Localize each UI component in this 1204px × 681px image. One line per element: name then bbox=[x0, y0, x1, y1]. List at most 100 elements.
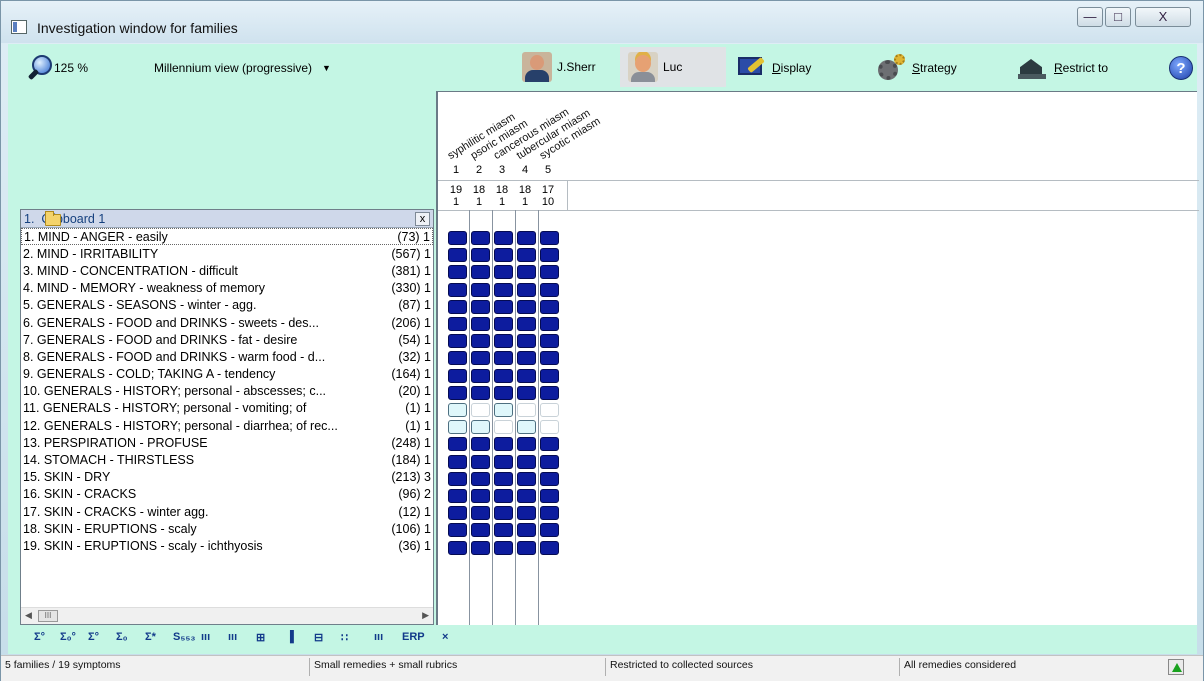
grid-cell[interactable] bbox=[471, 471, 490, 486]
grid-cell[interactable] bbox=[517, 334, 536, 349]
grid-cell[interactable] bbox=[448, 489, 467, 503]
grid-cell[interactable] bbox=[494, 454, 513, 469]
grid-cell[interactable] bbox=[540, 317, 559, 331]
grid-cell[interactable] bbox=[494, 437, 513, 452]
grid-cell[interactable] bbox=[517, 368, 536, 383]
grid-cell[interactable] bbox=[471, 454, 490, 469]
grid-cell[interactable] bbox=[494, 489, 513, 503]
analysis-tool-icon[interactable]: Σ* bbox=[145, 631, 156, 643]
grid-cell[interactable] bbox=[448, 282, 467, 297]
grid-cell[interactable] bbox=[517, 282, 536, 297]
grid-cell[interactable] bbox=[471, 265, 490, 280]
rubric-row[interactable]: 6. GENERALS - FOOD and DRINKS - sweets -… bbox=[21, 314, 433, 331]
horizontal-scrollbar[interactable]: ◀ III ▶ bbox=[21, 607, 433, 624]
grid-cell[interactable] bbox=[540, 282, 559, 297]
grid-cell[interactable] bbox=[517, 489, 536, 503]
grid-cell[interactable] bbox=[517, 523, 536, 538]
help-icon[interactable]: ? bbox=[1169, 56, 1193, 80]
grid-cell[interactable] bbox=[448, 351, 467, 366]
grid-cell[interactable] bbox=[517, 299, 536, 314]
grid-cell[interactable] bbox=[471, 282, 490, 297]
grid-cell[interactable] bbox=[448, 385, 467, 400]
rubric-row[interactable]: 19. SKIN - ERUPTIONS - scaly - ichthyosi… bbox=[21, 537, 433, 554]
user-button-luc[interactable]: Luc bbox=[620, 47, 726, 87]
view-mode-dropdown[interactable]: Millennium view (progressive) ▼ bbox=[154, 54, 331, 82]
grid-cell[interactable] bbox=[448, 334, 467, 349]
grid-cell[interactable] bbox=[448, 437, 467, 452]
grid-cell[interactable] bbox=[471, 385, 490, 400]
grid-cell[interactable] bbox=[494, 506, 513, 521]
analysis-tool-icon[interactable]: ∷ bbox=[341, 631, 348, 644]
rubric-row[interactable]: 9. GENERALS - COLD; TAKING A - tendency (… bbox=[21, 366, 433, 383]
grid-cell[interactable] bbox=[540, 420, 559, 435]
clipboard-header[interactable]: 1. Clipboard 1 x bbox=[21, 210, 433, 228]
analysis-tool-icon[interactable]: Σ₀ bbox=[116, 631, 128, 643]
zoom-control[interactable]: 125 % bbox=[26, 54, 88, 82]
scroll-left-icon[interactable]: ◀ bbox=[25, 610, 32, 621]
rubric-row[interactable]: 1. MIND - ANGER - easily (73) 1 bbox=[21, 228, 433, 246]
rubric-row[interactable]: 18. SKIN - ERUPTIONS - scaly (106) 1 bbox=[21, 520, 433, 537]
grid-cell[interactable] bbox=[517, 471, 536, 486]
analysis-tool-icon[interactable]: ▐ bbox=[286, 631, 294, 643]
grid-cell[interactable] bbox=[540, 540, 559, 555]
analysis-tool-icon[interactable]: ERP bbox=[402, 631, 425, 643]
grid-cell[interactable] bbox=[517, 385, 536, 400]
analysis-tool-icon[interactable]: ⊞ bbox=[256, 631, 265, 644]
analysis-tool-icon[interactable]: ııı bbox=[228, 631, 237, 643]
grid-cell[interactable] bbox=[494, 282, 513, 297]
rubric-row[interactable]: 12. GENERALS - HISTORY; personal - diarr… bbox=[21, 417, 433, 434]
rubric-row[interactable]: 8. GENERALS - FOOD and DRINKS - warm foo… bbox=[21, 348, 433, 365]
grid-cell[interactable] bbox=[494, 334, 513, 349]
grid-cell[interactable] bbox=[540, 248, 559, 263]
grid-cell[interactable] bbox=[517, 437, 536, 452]
display-button[interactable]: Display bbox=[736, 54, 811, 82]
analysis-tool-icon[interactable]: ⊟ bbox=[314, 631, 323, 644]
grid-cell[interactable] bbox=[517, 317, 536, 331]
clipboard-close-button[interactable]: x bbox=[415, 211, 430, 226]
grid-cell[interactable] bbox=[540, 471, 559, 486]
grid-cell[interactable] bbox=[517, 248, 536, 263]
grid-cell[interactable] bbox=[448, 540, 467, 555]
grid-cell[interactable] bbox=[471, 540, 490, 555]
grid-cell[interactable] bbox=[494, 231, 513, 245]
rubric-row[interactable]: 14. STOMACH - THIRSTLESS (184) 1 bbox=[21, 451, 433, 468]
close-button[interactable]: X bbox=[1135, 7, 1191, 27]
rubric-row[interactable]: 2. MIND - IRRITABILITY (567) 1 bbox=[21, 245, 433, 262]
grid-cell[interactable] bbox=[448, 523, 467, 538]
grid-cell[interactable] bbox=[494, 317, 513, 331]
rubric-row[interactable]: 17. SKIN - CRACKS - winter agg. (12) 1 bbox=[21, 503, 433, 520]
grid-cell[interactable] bbox=[540, 523, 559, 538]
grid-cell[interactable] bbox=[540, 351, 559, 366]
analysis-tool-icon[interactable]: Σ° bbox=[88, 631, 99, 643]
grid-cell[interactable] bbox=[494, 471, 513, 486]
maximize-button[interactable]: □ bbox=[1105, 7, 1131, 27]
grid-cell[interactable] bbox=[540, 437, 559, 452]
grid-cell[interactable] bbox=[448, 231, 467, 245]
grid-cell[interactable] bbox=[448, 471, 467, 486]
rubric-row[interactable]: 10. GENERALS - HISTORY; personal - absce… bbox=[21, 383, 433, 400]
strategy-button[interactable]: Strategy bbox=[876, 54, 957, 82]
grid-cell[interactable] bbox=[471, 248, 490, 263]
grid-cell[interactable] bbox=[448, 506, 467, 521]
analysis-tool-icon[interactable]: S₅₅₃ bbox=[173, 631, 196, 643]
grid-cell[interactable] bbox=[494, 368, 513, 383]
grid-cell[interactable] bbox=[517, 540, 536, 555]
grid-cell[interactable] bbox=[540, 334, 559, 349]
grid-cell[interactable] bbox=[448, 420, 467, 435]
analysis-tool-icon[interactable]: Σ₀° bbox=[60, 631, 76, 643]
grid-cell[interactable] bbox=[517, 403, 536, 417]
grid-cell[interactable] bbox=[540, 265, 559, 280]
grid-cell[interactable] bbox=[471, 317, 490, 331]
grid-cell[interactable] bbox=[471, 334, 490, 349]
grid-cell[interactable] bbox=[494, 265, 513, 280]
rubric-row[interactable]: 4. MIND - MEMORY - weakness of memory (33… bbox=[21, 280, 433, 297]
grid-cell[interactable] bbox=[494, 523, 513, 538]
rubric-row[interactable]: 15. SKIN - DRY (213) 3 bbox=[21, 469, 433, 486]
restrict-button[interactable]: Restrict to bbox=[1018, 54, 1108, 82]
grid-cell[interactable] bbox=[540, 385, 559, 400]
grid-cell[interactable] bbox=[471, 351, 490, 366]
rubric-row[interactable]: 7. GENERALS - FOOD and DRINKS - fat - de… bbox=[21, 331, 433, 348]
grid-cell[interactable] bbox=[448, 265, 467, 280]
grid-cell[interactable] bbox=[517, 420, 536, 435]
grid-cell[interactable] bbox=[494, 385, 513, 400]
